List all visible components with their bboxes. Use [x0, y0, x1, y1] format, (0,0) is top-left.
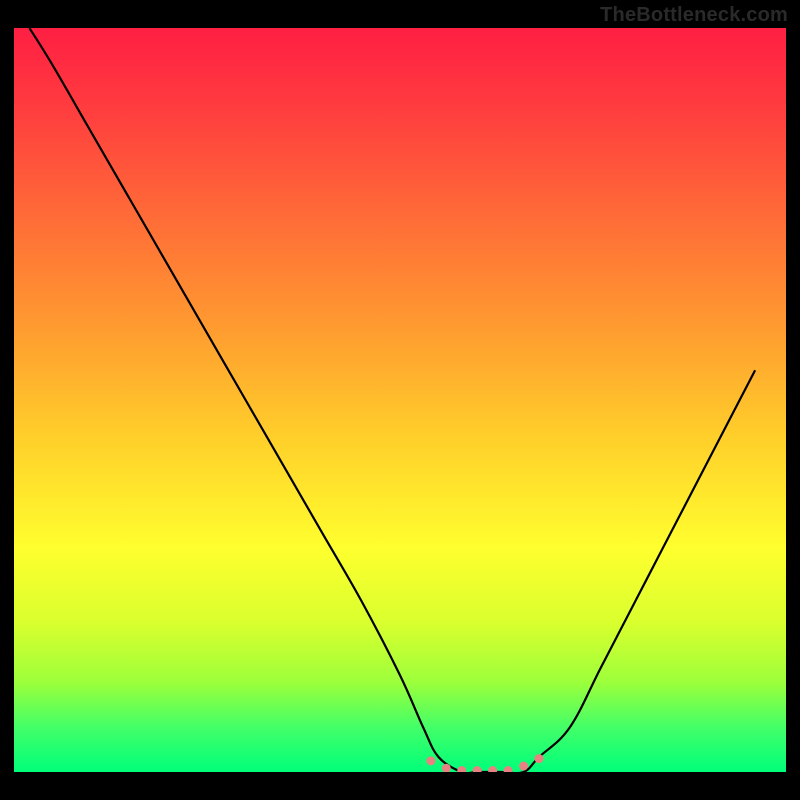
bottom-marker [426, 756, 435, 765]
watermark-text: TheBottleneck.com [600, 4, 788, 27]
bottom-marker [534, 754, 543, 763]
chart-svg [14, 28, 786, 772]
gradient-background [14, 28, 786, 772]
bottom-marker [519, 762, 528, 771]
chart-plot-area [14, 28, 786, 772]
